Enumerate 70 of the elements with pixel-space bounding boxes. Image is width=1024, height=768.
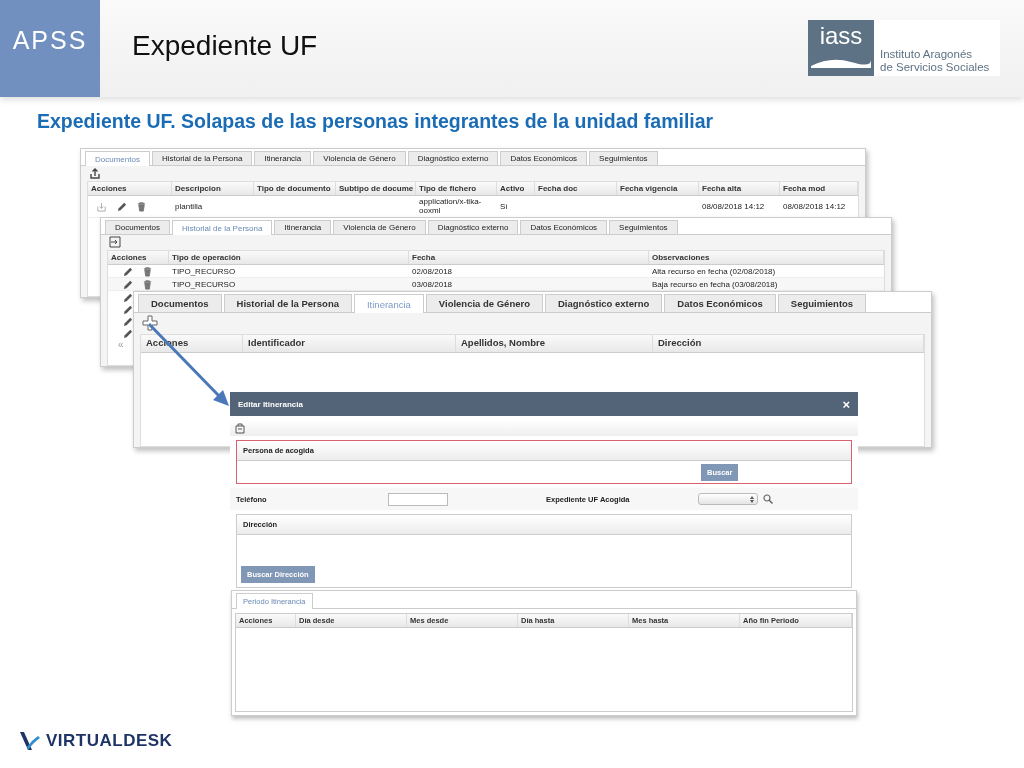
slide-title: Expediente UF <box>132 30 318 62</box>
table-cell-text: 02/08/2018 <box>411 265 454 277</box>
save-icon[interactable] <box>234 422 246 434</box>
tab[interactable]: Diagnóstico externo <box>545 294 663 312</box>
table-cell-text: TIPO_RECURSO <box>171 265 237 277</box>
virtualdesk-logo: VIRTUALDESK <box>46 731 173 751</box>
tab[interactable]: Datos Económicos <box>500 151 588 165</box>
column-header: Descripcion <box>172 182 254 196</box>
column-header: Activo <box>497 182 535 196</box>
tab[interactable]: Itinerancia <box>254 151 312 165</box>
tab[interactable]: Violencia de Género <box>333 220 426 234</box>
column-header: Subtipo de docume <box>336 182 416 196</box>
upload-icon[interactable] <box>89 167 101 179</box>
tab[interactable]: Violencia de Género <box>313 151 406 165</box>
trash-icon[interactable] <box>142 278 153 290</box>
table-cell-text: plantilla <box>174 200 204 212</box>
column-header: Observaciones <box>649 251 884 265</box>
import-icon[interactable] <box>109 236 121 248</box>
table-cell-text: 03/08/2018 <box>411 278 454 290</box>
table-cell-text: application/x-tika-ooxml <box>418 196 483 217</box>
logo-text: Instituto Aragonés <box>880 47 974 61</box>
tab[interactable]: Documentos <box>138 294 222 312</box>
tab[interactable]: Documentos <box>105 220 170 234</box>
column-header: Fecha alta <box>699 182 780 196</box>
column-header: Tipo de documento <box>254 182 336 196</box>
pencil-icon[interactable] <box>122 278 133 290</box>
phone-field[interactable] <box>388 492 448 506</box>
pencil-icon[interactable] <box>116 200 127 212</box>
tab[interactable]: Itinerancia <box>274 220 332 234</box>
spinner-icon <box>750 495 754 503</box>
tab[interactable]: Documentos <box>85 151 150 166</box>
tab[interactable]: Seguimientos <box>609 220 678 234</box>
dialog-title: Editar Itinerancia <box>238 399 303 409</box>
tab[interactable]: Historial de la Persona <box>151 151 253 165</box>
column-header: Apellidos, Nombre <box>456 335 653 352</box>
tab[interactable]: Historial de la Persona <box>171 220 273 235</box>
column-header: Acciones <box>88 182 172 196</box>
table-cell-text: TIPO_RECURSO <box>171 278 237 290</box>
column-header: Tipo de operación <box>169 251 409 265</box>
tab[interactable]: Datos Económicos <box>664 294 776 312</box>
column-header: Tipo de fichero <box>416 182 497 196</box>
table-cell-text: Alta recurso en fecha (02/08/2018) <box>651 265 777 277</box>
trash-icon[interactable] <box>136 200 147 212</box>
close-button[interactable]: × <box>842 396 850 412</box>
column-header: Identificador <box>243 335 456 352</box>
tab[interactable]: Seguimientos <box>589 151 658 165</box>
slide-subtitle: Expediente UF. Solapas de las personas integrantes de la unidad familiar <box>37 110 714 133</box>
tab[interactable]: Diagnóstico externo <box>407 151 499 165</box>
pencil-icon[interactable] <box>122 265 133 277</box>
table-cell-text: Sí <box>499 200 509 212</box>
trash-icon[interactable] <box>142 265 153 277</box>
tab[interactable]: Historial de la Persona <box>223 294 352 312</box>
plus-icon[interactable] <box>142 315 158 331</box>
tab[interactable]: Seguimientos <box>777 294 867 312</box>
column-header: Fecha <box>409 251 649 265</box>
logo-text: de Servicios Sociales <box>880 60 990 74</box>
column-header: Acciones <box>108 251 169 265</box>
column-header: Fecha doc <box>535 182 617 196</box>
column-header: Dirección <box>653 335 924 352</box>
search-icon[interactable] <box>763 494 773 504</box>
tab[interactable]: Datos Económicos <box>520 220 608 234</box>
table-cell-text: 08/08/2018 14:12 <box>782 200 847 212</box>
table-cell-text: Baja recurso en fecha (03/08/2018) <box>651 278 779 290</box>
apss-badge: APSS <box>0 0 100 97</box>
tab[interactable]: Violencia de Género <box>425 294 543 312</box>
column-header: Fecha mod <box>780 182 858 196</box>
column-header: Fecha vigencia <box>617 182 699 196</box>
table-cell-text: 08/08/2018 14:12 <box>701 200 766 212</box>
tab[interactable]: Diagnóstico externo <box>427 220 519 234</box>
iass-logo: iass <box>808 20 874 76</box>
